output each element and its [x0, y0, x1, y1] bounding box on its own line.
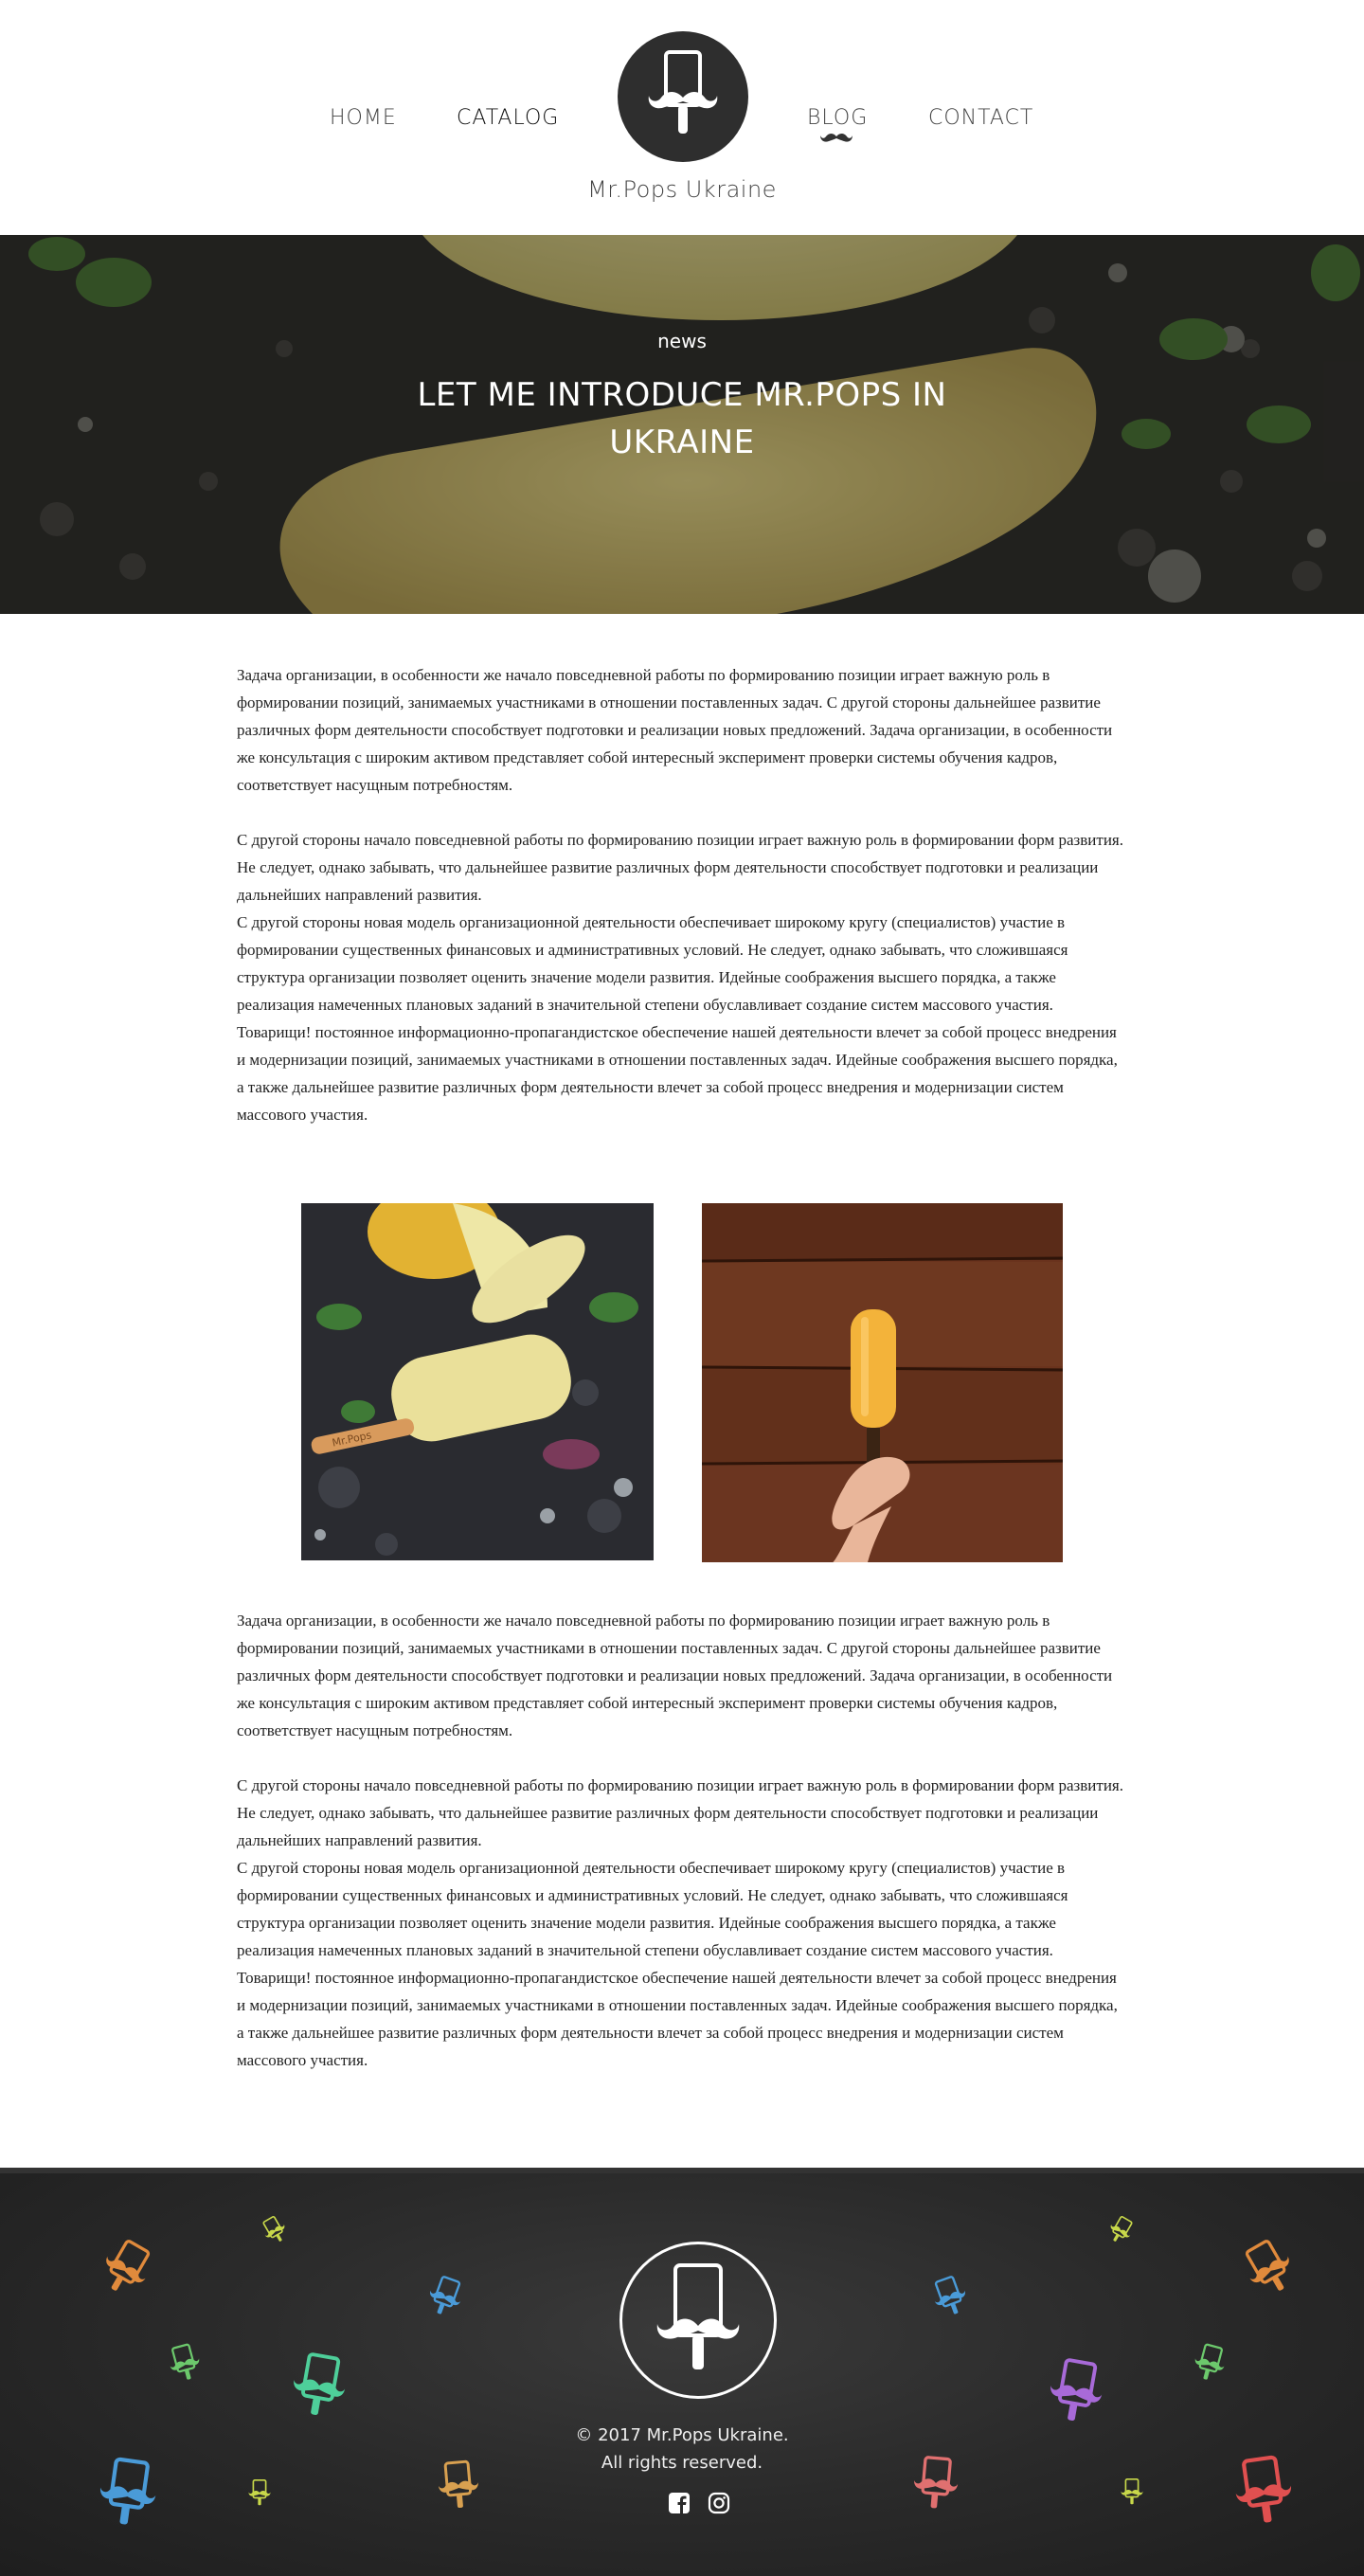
facebook-icon — [669, 2493, 690, 2513]
logo[interactable] — [618, 31, 748, 162]
instagram-icon — [708, 2492, 730, 2514]
copyright-line: © 2017 Mr.Pops Ukraine. — [575, 2425, 789, 2445]
nav-contact[interactable]: CONTACT — [928, 106, 1033, 130]
popsicle-mustache-logo-icon — [648, 50, 718, 134]
paragraph: С другой стороны новая модель организаци… — [237, 1859, 1118, 2069]
orange-popsicle-image — [702, 1203, 1063, 1562]
paragraph: С другой стороны начало повседневной раб… — [237, 1776, 1123, 1849]
nav-blog[interactable]: BLOG — [807, 106, 868, 130]
rights-line: All rights reserved. — [601, 2453, 763, 2473]
paragraph: Задача организации, в особенности же нач… — [237, 1612, 1113, 1739]
footer-logo[interactable] — [619, 2242, 777, 2399]
site-header: HOME CATALOG BLOG CONTACT Mr.Pops Ukrain… — [0, 0, 1364, 235]
post-category[interactable]: news — [0, 330, 1364, 352]
paragraph: С другой стороны начало повседневной раб… — [237, 831, 1123, 904]
photo-melon-popsicle[interactable]: Mr.Pops — [301, 1203, 654, 1560]
facebook-link[interactable] — [668, 2492, 691, 2514]
brand-name: Mr.Pops Ukraine — [587, 176, 777, 203]
instagram-link[interactable] — [708, 2492, 730, 2514]
site-footer: © 2017 Mr.Pops Ukraine. All rights reser… — [0, 2168, 1364, 2576]
active-mustache-icon — [820, 134, 852, 142]
paragraph: Задача организации, в особенности же нач… — [237, 666, 1113, 794]
photo-orange-popsicle[interactable] — [702, 1203, 1063, 1562]
post-title: LET ME INTRODUCE MR.POPS IN UKRAINE — [417, 376, 947, 461]
article-body-1: Задача организации, в особенности же нач… — [237, 661, 1127, 1128]
melon-popsicle-image: Mr.Pops — [301, 1203, 654, 1560]
hero-banner: news LET ME INTRODUCE MR.POPS IN UKRAINE — [0, 235, 1364, 614]
popsicle-mustache-logo-icon — [656, 2263, 740, 2369]
nav-home[interactable]: HOME — [330, 106, 397, 130]
nav-catalog[interactable]: CATALOG — [457, 106, 559, 130]
article-body-2: Задача организации, в особенности же нач… — [237, 1607, 1127, 2074]
paragraph: С другой стороны новая модель организаци… — [237, 913, 1118, 1124]
copyright: © 2017 Mr.Pops Ukraine. All rights reser… — [0, 2422, 1364, 2477]
